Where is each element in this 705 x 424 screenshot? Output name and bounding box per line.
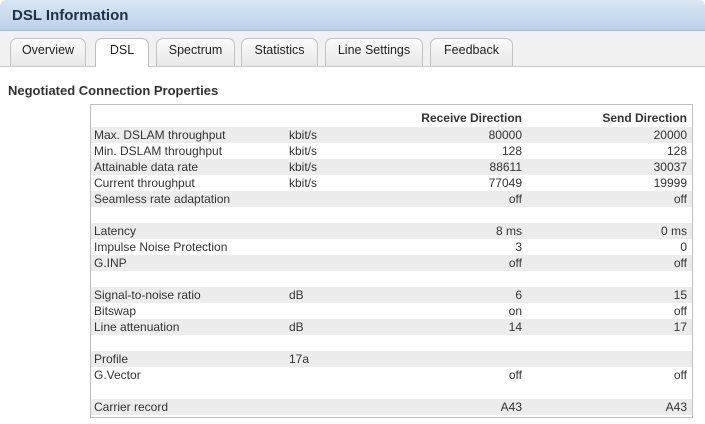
header-send-direction: Send Direction: [602, 111, 687, 125]
row-label: Line attenuation: [94, 320, 180, 334]
table-row: Attainable data rate kbit/s 88611 30037: [91, 159, 692, 175]
section-title: Negotiated Connection Properties: [8, 83, 219, 98]
table-row: G.INP off off: [91, 255, 692, 271]
table-row: Seamless rate adaptation off off: [91, 191, 692, 207]
row-unit: 17a: [289, 352, 310, 366]
table-row: Signal-to-noise ratio dB 6 15: [91, 287, 692, 303]
row-label: Carrier record: [94, 400, 169, 414]
row-label: Profile: [94, 352, 129, 366]
row-label: Current throughput: [94, 176, 195, 190]
row-send-value: off: [673, 304, 687, 318]
row-send-value: 20000: [653, 128, 687, 142]
table-row-spacer: [91, 271, 692, 287]
row-send-value: 19999: [653, 176, 687, 190]
row-label: Bitswap: [94, 304, 137, 318]
table-row: Carrier record A43 A43: [91, 399, 692, 415]
row-unit: kbit/s: [289, 144, 318, 158]
table-row-spacer: [91, 383, 692, 399]
tab-spectrum[interactable]: Spectrum: [156, 38, 235, 66]
row-receive-value: off: [508, 192, 522, 206]
row-receive-value: 128: [501, 144, 522, 158]
tab-overview[interactable]: Overview: [10, 38, 86, 66]
row-receive-value: 6: [515, 288, 522, 302]
table-row: Latency 8 ms 0 ms: [91, 223, 692, 239]
tab-dsl[interactable]: DSL: [95, 38, 149, 67]
row-send-value: off: [673, 368, 687, 382]
tab-overview-label: Overview: [21, 43, 75, 57]
row-label: Impulse Noise Protection: [94, 240, 228, 254]
row-receive-value: 8 ms: [495, 224, 522, 238]
table-row: Profile 17a: [91, 351, 692, 367]
row-unit: kbit/s: [289, 176, 318, 190]
row-receive-value: off: [508, 368, 522, 382]
table-row: Max. DSLAM throughput kbit/s 80000 20000: [91, 127, 692, 143]
row-receive-value: off: [508, 256, 522, 270]
connection-properties-table: Receive Direction Send Direction Max. DS…: [90, 104, 693, 418]
row-label: G.INP: [94, 256, 127, 270]
row-label: Seamless rate adaptation: [94, 192, 231, 206]
row-send-value: off: [673, 256, 687, 270]
table-row: Current throughput kbit/s 77049 19999: [91, 175, 692, 191]
tab-statistics[interactable]: Statistics: [241, 38, 318, 66]
tab-feedback[interactable]: Feedback: [430, 38, 513, 66]
table-row-spacer: [91, 335, 692, 351]
tab-spectrum-label: Spectrum: [168, 43, 223, 57]
table-row: Impulse Noise Protection 3 0: [91, 239, 692, 255]
row-label: Min. DSLAM throughput: [94, 144, 223, 158]
table-header-row: Receive Direction Send Direction: [91, 110, 692, 126]
row-label: G.Vector: [94, 368, 141, 382]
row-receive-value: 14: [508, 320, 522, 334]
row-send-value: off: [673, 192, 687, 206]
tab-dsl-label: DSL: [109, 43, 135, 57]
row-unit: kbit/s: [289, 160, 318, 174]
row-unit: dB: [289, 288, 304, 302]
header-receive-direction: Receive Direction: [421, 111, 522, 125]
row-label: Max. DSLAM throughput: [94, 128, 226, 142]
row-unit: dB: [289, 320, 304, 334]
row-receive-value: 80000: [488, 128, 522, 142]
row-label: Attainable data rate: [94, 160, 199, 174]
tab-line-settings-label: Line Settings: [337, 43, 411, 57]
table-row: Min. DSLAM throughput kbit/s 128 128: [91, 143, 692, 159]
table-row: Line attenuation dB 14 17: [91, 319, 692, 335]
row-receive-value: 88611: [489, 160, 522, 174]
row-send-value: A43: [665, 400, 687, 414]
row-send-value: 128: [666, 144, 687, 158]
row-send-value: 0: [680, 240, 687, 254]
row-label: Latency: [94, 224, 137, 238]
row-receive-value: 3: [515, 240, 522, 254]
row-receive-value: 77049: [488, 176, 522, 190]
row-unit: kbit/s: [289, 128, 318, 142]
tab-feedback-label: Feedback: [444, 43, 499, 57]
table-row-spacer: [91, 207, 692, 223]
tab-bar: Overview DSL Spectrum Statistics Line Se…: [0, 31, 705, 67]
window-titlebar: DSL Information: [0, 0, 705, 31]
row-send-value: 15: [673, 288, 687, 302]
tab-line-settings[interactable]: Line Settings: [325, 38, 423, 66]
row-send-value: 0 ms: [660, 224, 687, 238]
row-receive-value: on: [508, 304, 522, 318]
row-send-value: 30037: [653, 160, 687, 174]
row-label: Signal-to-noise ratio: [94, 288, 201, 302]
table-row: G.Vector off off: [91, 367, 692, 383]
window-title: DSL Information: [12, 7, 129, 24]
row-receive-value: A43: [500, 400, 522, 414]
row-send-value: 17: [673, 320, 687, 334]
tab-statistics-label: Statistics: [254, 43, 305, 57]
table-row: Bitswap on off: [91, 303, 692, 319]
